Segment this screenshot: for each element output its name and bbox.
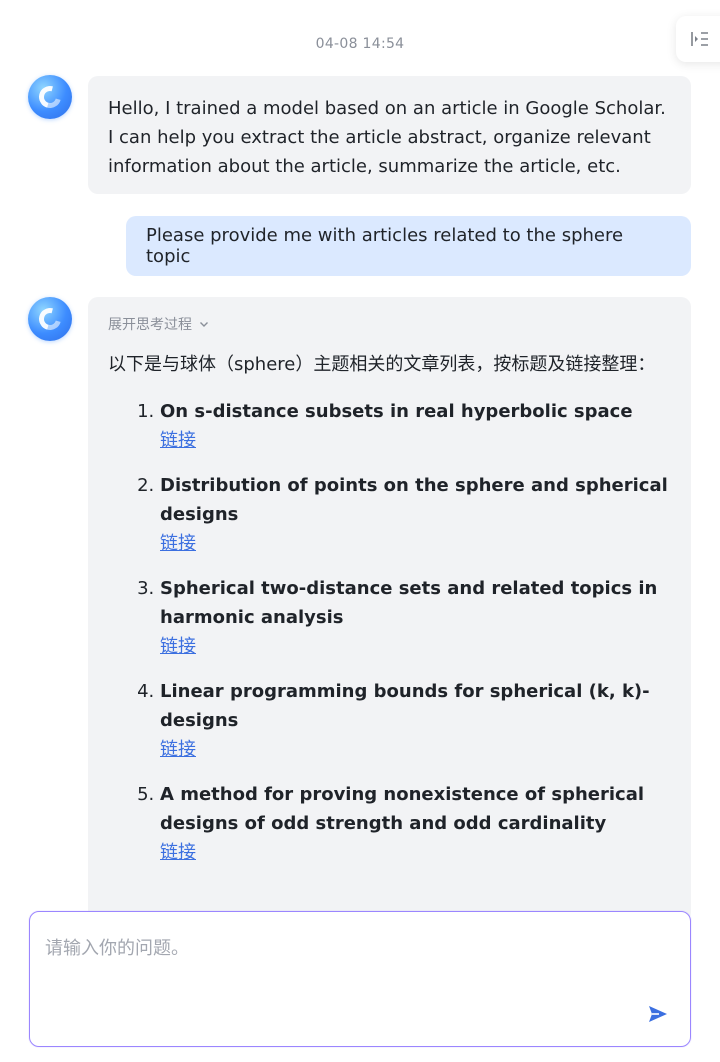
think-toggle-label: 展开思考过程: [108, 317, 192, 333]
article-title: Distribution of points on the sphere and…: [160, 475, 668, 525]
message-composer: [29, 911, 691, 1047]
article-link[interactable]: 链接: [160, 531, 196, 557]
article-link[interactable]: 链接: [160, 737, 196, 763]
assistant-message-reply: 展开思考过程 以下是与球体（sphere）主题相关的文章列表，按标题及链接整理：…: [88, 297, 691, 922]
user-message: Please provide me with articles related …: [126, 216, 691, 276]
article-link[interactable]: 链接: [160, 428, 196, 454]
question-input[interactable]: [43, 932, 637, 1006]
assistant-avatar: [28, 297, 72, 341]
send-button[interactable]: [646, 1002, 670, 1026]
assistant-message-greeting: Hello, I trained a model based on an art…: [88, 76, 691, 194]
list-item: A method for proving nonexistence of sph…: [160, 780, 671, 867]
sidebar-toggle-button[interactable]: [676, 16, 720, 62]
article-link[interactable]: 链接: [160, 840, 196, 866]
timestamp: 04-08 14:54: [315, 36, 405, 52]
message-text: Please provide me with articles related …: [146, 225, 624, 267]
article-title: On s-distance subsets in real hyperbolic…: [160, 401, 633, 422]
article-link[interactable]: 链接: [160, 634, 196, 660]
list-item: On s-distance subsets in real hyperbolic…: [160, 397, 671, 455]
message-text: Hello, I trained a model based on an art…: [108, 98, 666, 177]
chevron-down-icon: [200, 322, 208, 327]
article-title: Linear programming bounds for spherical …: [160, 681, 650, 731]
reply-intro: 以下是与球体（sphere）主题相关的文章列表，按标题及链接整理：: [108, 354, 656, 375]
article-title: A method for proving nonexistence of sph…: [160, 784, 645, 834]
list-item: Spherical two-distance sets and related …: [160, 574, 671, 661]
list-item: Linear programming bounds for spherical …: [160, 677, 671, 764]
sidebar-toggle-icon: [691, 32, 708, 46]
expand-thinking-toggle[interactable]: 展开思考过程: [108, 311, 671, 337]
article-list: On s-distance subsets in real hyperbolic…: [108, 397, 671, 867]
list-item: Distribution of points on the sphere and…: [160, 471, 671, 558]
send-icon: [649, 1006, 667, 1022]
article-title: Spherical two-distance sets and related …: [160, 578, 658, 628]
assistant-avatar: [28, 75, 72, 119]
